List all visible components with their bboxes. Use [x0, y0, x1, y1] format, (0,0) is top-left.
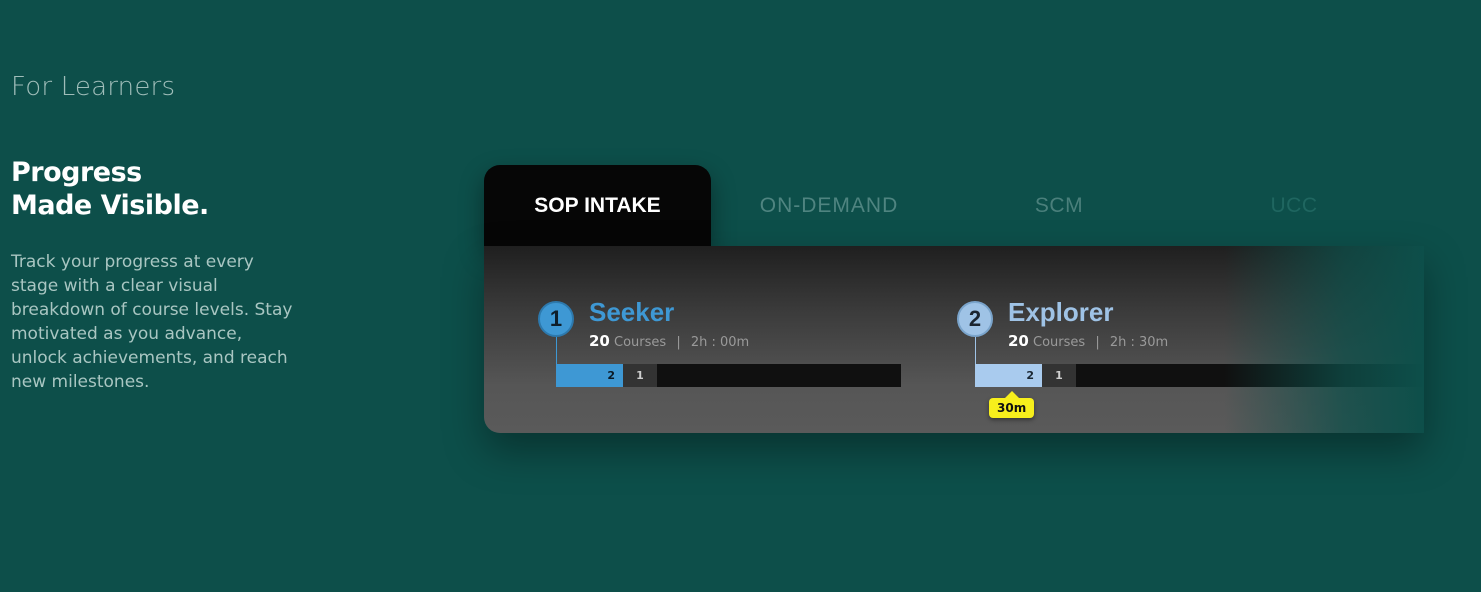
- level-connector: [975, 337, 976, 365]
- level-name: Seeker: [589, 297, 675, 327]
- tab-scm[interactable]: SCM: [974, 165, 1144, 247]
- program-tabs: SOP INTAKE ON-DEMAND SCM UCC: [484, 165, 1424, 247]
- level-number-badge: 2: [957, 301, 993, 337]
- tab-on-demand[interactable]: ON-DEMAND: [734, 165, 924, 247]
- headline-line-2: Made Visible.: [11, 190, 209, 221]
- level-meta: 20 Courses | 2h : 00m: [589, 332, 749, 350]
- courses-count: 20: [1008, 332, 1029, 350]
- level-connector: [556, 337, 557, 365]
- meta-separator: |: [1095, 335, 1100, 350]
- tab-sop-intake[interactable]: SOP INTAKE: [484, 165, 711, 247]
- progress-segment-secondary[interactable]: 1: [623, 364, 657, 387]
- section-description: Track your progress at every stage with …: [11, 252, 293, 392]
- level-progress-bar-explorer[interactable]: 2 1: [975, 364, 1424, 387]
- tab-ucc[interactable]: UCC: [1224, 165, 1364, 247]
- level-name: Explorer: [1008, 297, 1114, 327]
- level-duration: 2h : 30m: [1109, 335, 1169, 350]
- section-eyebrow: For Learners: [11, 72, 176, 102]
- level-number-badge: 1: [538, 301, 574, 337]
- learners-section: For Learners Progress Made Visible. Trac…: [0, 0, 1481, 592]
- progress-segment-secondary[interactable]: 1: [1042, 364, 1076, 387]
- headline-line-1: Progress: [11, 157, 142, 188]
- progress-segment-primary[interactable]: 2: [556, 364, 623, 387]
- level-progress-bar-seeker[interactable]: 2 1: [556, 364, 901, 387]
- meta-separator: |: [676, 335, 681, 350]
- courses-count: 20: [589, 332, 610, 350]
- section-headline: Progress Made Visible.: [11, 156, 209, 222]
- progress-segment-primary[interactable]: 2: [975, 364, 1042, 387]
- levels-panel: 1 Seeker 20 Courses | 2h : 00m 2 1 2 Exp…: [484, 246, 1424, 433]
- duration-tooltip: 30m: [989, 391, 1035, 418]
- level-duration: 2h : 00m: [690, 335, 750, 350]
- level-meta: 20 Courses | 2h : 30m: [1008, 332, 1168, 350]
- courses-label: Courses: [1033, 335, 1086, 350]
- courses-label: Courses: [614, 335, 667, 350]
- progress-card: SOP INTAKE ON-DEMAND SCM UCC 1 Seeker 20…: [484, 165, 1424, 433]
